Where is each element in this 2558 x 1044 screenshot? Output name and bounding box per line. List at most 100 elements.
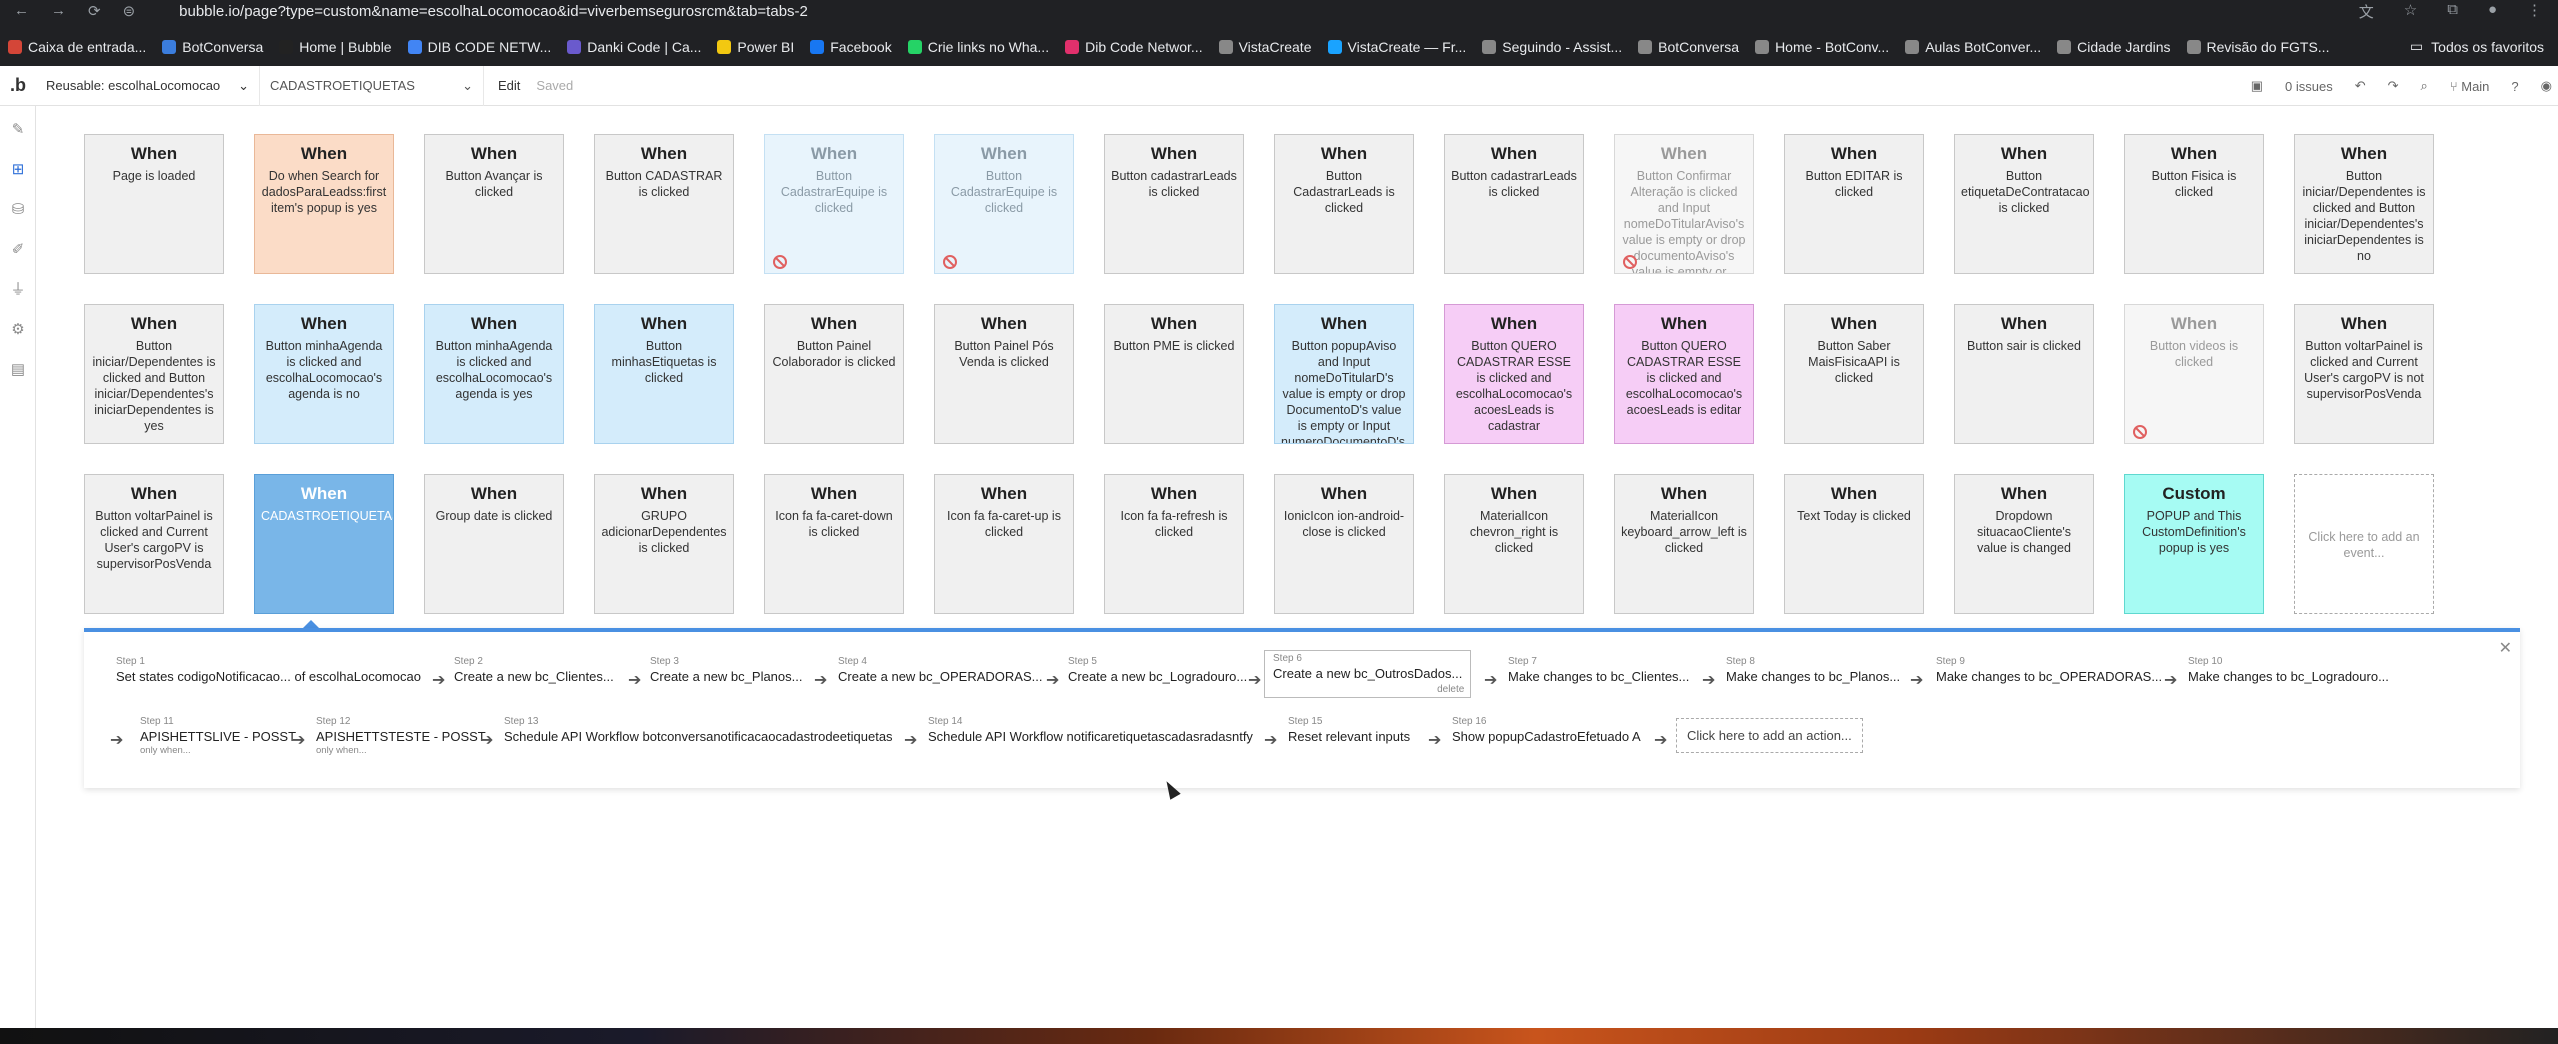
bookmark-item[interactable]: VistaCreate	[1211, 39, 1320, 55]
event-card[interactable]: When Icon fa fa-refresh is clicked	[1104, 474, 1244, 614]
back-icon[interactable]: ←	[14, 2, 29, 20]
reload-icon[interactable]: ⟳	[88, 2, 101, 20]
workflow-step[interactable]: Step 13 Schedule API Workflow botconversa…	[504, 716, 893, 744]
workflow-step[interactable]: Step 9 Make changes to bc_OPERADORAS...	[1936, 656, 2162, 684]
event-card[interactable]: When Text Today is clicked	[1784, 474, 1924, 614]
event-card[interactable]: When Button Painel Colaborador is clicked	[764, 304, 904, 444]
bookmark-item[interactable]: Seguindo - Assist...	[1474, 39, 1630, 55]
event-card[interactable]: When Group date is clicked	[424, 474, 564, 614]
event-card[interactable]: When Button Painel Pós Venda is clicked	[934, 304, 1074, 444]
event-card[interactable]: When CADASTROETIQUETAS	[254, 474, 394, 614]
all-favorites[interactable]: ▭ Todos os favoritos	[2410, 38, 2544, 55]
design-tab-icon[interactable]: ✎	[8, 120, 28, 140]
site-info-icon[interactable]: ⊜	[123, 2, 136, 20]
bookmark-item[interactable]: Home | Bubble	[271, 39, 399, 55]
data-tab-icon[interactable]: ⛁	[8, 200, 28, 220]
event-card[interactable]: When Button CadastrarLeads is clicked	[1274, 134, 1414, 274]
event-card[interactable]: When Button minhasEtiquetas is clicked	[594, 304, 734, 444]
event-card[interactable]: When Button minhaAgenda is clicked and es…	[424, 304, 564, 444]
event-card[interactable]: When Button minhaAgenda is clicked and es…	[254, 304, 394, 444]
bubble-logo[interactable]: .b	[0, 75, 36, 96]
url-input[interactable]: bubble.io/page?type=custom&name=escolhaL…	[179, 3, 808, 20]
page-selector[interactable]: Reusable: escolhaLocomocao ⌄	[36, 65, 260, 106]
bookmark-item[interactable]: DIB CODE NETW...	[400, 39, 560, 55]
event-card[interactable]: When Button cadastrarLeads is clicked	[1444, 134, 1584, 274]
event-card[interactable]: When Button cadastrarLeads is clicked	[1104, 134, 1244, 274]
styles-tab-icon[interactable]: ✐	[8, 240, 28, 260]
event-card[interactable]: When Button iniciar/Dependentes is clicke…	[2294, 134, 2434, 274]
event-card[interactable]: When Button popupAviso and Input nomeDoTi…	[1274, 304, 1414, 444]
plugins-tab-icon[interactable]: ⏚	[8, 280, 28, 300]
event-card[interactable]: When Button sair is clicked	[1954, 304, 2094, 444]
add-event-button[interactable]: Click here to add an event...	[2294, 474, 2434, 614]
event-card[interactable]: When Button PME is clicked	[1104, 304, 1244, 444]
translate-icon[interactable]: 文	[2359, 1, 2374, 22]
gift-icon[interactable]: ▣	[2251, 78, 2263, 94]
forward-icon[interactable]: →	[51, 2, 66, 20]
bookmark-item[interactable]: Revisão do FGTS...	[2179, 39, 2338, 55]
event-card[interactable]: When MaterialIcon keyboard_arrow_left is …	[1614, 474, 1754, 614]
event-card[interactable]: When Button QUERO CADASTRAR ESSE is click…	[1614, 304, 1754, 444]
bookmark-item[interactable]: Aulas BotConver...	[1897, 39, 2049, 55]
branch-selector[interactable]: ⑂ Main	[2450, 79, 2490, 94]
event-card[interactable]: When Button Fisica is clicked	[2124, 134, 2264, 274]
event-card[interactable]: When Button CadastrarEquipe is clicked	[764, 134, 904, 274]
event-card[interactable]: When Button voltarPainel is clicked and C…	[84, 474, 224, 614]
workflow-step[interactable]: Step 2 Create a new bc_Clientes...	[454, 656, 614, 684]
event-card[interactable]: When Button videos is clicked	[2124, 304, 2264, 444]
workflow-step[interactable]: Step 15 Reset relevant inputs	[1288, 716, 1410, 744]
event-card[interactable]: When Button Saber MaisFisicaAPI is clicke…	[1784, 304, 1924, 444]
profile-icon[interactable]: ●	[2488, 1, 2497, 22]
event-card[interactable]: When Button voltarPainel is clicked and C…	[2294, 304, 2434, 444]
bookmark-item[interactable]: Home - BotConv...	[1747, 39, 1897, 55]
workflow-step[interactable]: Step 12 APISHETTSTESTE - POSST only when..…	[316, 716, 486, 756]
workflow-tab-icon[interactable]: ⊞	[8, 160, 28, 180]
bookmark-item[interactable]: VistaCreate — Fr...	[1320, 39, 1475, 55]
event-card[interactable]: When Button iniciar/Dependentes is clicke…	[84, 304, 224, 444]
workflow-step[interactable]: Step 3 Create a new bc_Planos...	[650, 656, 802, 684]
event-card[interactable]: When Icon fa fa-caret-up is clicked	[934, 474, 1074, 614]
workflow-step[interactable]: Step 1 Set states codigoNotificacao... of…	[116, 656, 421, 684]
undo-icon[interactable]: ↶	[2355, 78, 2366, 94]
folder-selector[interactable]: CADASTROETIQUETAS ⌄	[260, 65, 484, 106]
event-card[interactable]: When MaterialIcon chevron_right is clicke…	[1444, 474, 1584, 614]
bookmark-item[interactable]: Facebook	[802, 39, 899, 55]
bookmark-item[interactable]: Power BI	[709, 39, 802, 55]
event-card[interactable]: When Button Confirmar Alteração is clicke…	[1614, 134, 1754, 274]
event-card[interactable]: When Do when Search for dadosParaLeadss:f…	[254, 134, 394, 274]
close-icon[interactable]: ✕	[2499, 638, 2512, 658]
workflow-step[interactable]: Step 6 Create a new bc_OutrosDados... dele…	[1264, 650, 1472, 698]
search-icon[interactable]: ⌕	[2421, 78, 2428, 94]
workflow-step[interactable]: Step 5 Create a new bc_Logradouro...	[1068, 656, 1247, 684]
event-card[interactable]: When IonicIcon ion-android-close is click…	[1274, 474, 1414, 614]
delete-step-button[interactable]: delete	[1437, 684, 1464, 695]
redo-icon[interactable]: ↷	[2388, 78, 2399, 94]
add-action-button[interactable]: Click here to add an action...	[1676, 718, 1863, 753]
event-card[interactable]: When Dropdown situacaoCliente's value is …	[1954, 474, 2094, 614]
workflow-step[interactable]: Step 14 Schedule API Workflow notificaret…	[928, 716, 1253, 744]
menu-icon[interactable]: ⋮	[2527, 1, 2542, 22]
edit-menu[interactable]: Edit	[498, 78, 520, 93]
workflow-step[interactable]: Step 16 Show popupCadastroEfetuado A	[1452, 716, 1641, 744]
bookmark-item[interactable]: Cidade Jardins	[2049, 39, 2178, 55]
issues-counter[interactable]: 0 issues	[2285, 79, 2333, 94]
event-card[interactable]: When Button etiquetaDeContratacao is clic…	[1954, 134, 2094, 274]
bookmark-item[interactable]: Caixa de entrada...	[0, 39, 154, 55]
account-icon[interactable]: ◉	[2541, 78, 2552, 94]
workflow-step[interactable]: Step 8 Make changes to bc_Planos...	[1726, 656, 1900, 684]
event-card[interactable]: When Button CADASTRAR is clicked	[594, 134, 734, 274]
event-card[interactable]: When Icon fa fa-caret-down is clicked	[764, 474, 904, 614]
logs-tab-icon[interactable]: ▤	[8, 360, 28, 380]
event-card[interactable]: Custom POPUP and This CustomDefinition's …	[2124, 474, 2264, 614]
workflow-step[interactable]: Step 10 Make changes to bc_Logradouro...	[2188, 656, 2389, 684]
extensions-icon[interactable]: ⧉	[2447, 1, 2458, 22]
event-card[interactable]: When Page is loaded	[84, 134, 224, 274]
event-card[interactable]: When Button Avançar is clicked	[424, 134, 564, 274]
workflow-step[interactable]: Step 7 Make changes to bc_Clientes...	[1508, 656, 1689, 684]
bookmark-item[interactable]: Dib Code Networ...	[1057, 39, 1211, 55]
bookmark-item[interactable]: Crie links no Wha...	[900, 39, 1057, 55]
event-card[interactable]: When Button CadastrarEquipe is clicked	[934, 134, 1074, 274]
event-card[interactable]: When Button EDITAR is clicked	[1784, 134, 1924, 274]
star-icon[interactable]: ☆	[2404, 1, 2417, 22]
workflow-step[interactable]: Step 11 APISHETTSLIVE - POSST only when...	[140, 716, 296, 756]
